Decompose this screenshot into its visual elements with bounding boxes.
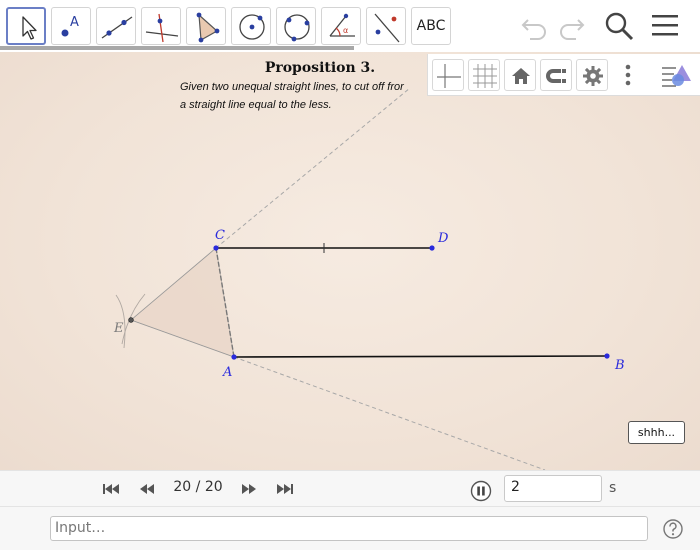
grid-icon (473, 64, 497, 88)
more-vertical-icon (625, 64, 631, 86)
label-e: E (114, 321, 124, 336)
reflect-about-line-icon (374, 13, 400, 43)
pause-button[interactable] (470, 480, 492, 502)
view-toggle-button[interactable] (660, 59, 692, 91)
redo-button[interactable] (556, 10, 586, 44)
home-icon (512, 68, 530, 84)
step-total: 20 (204, 479, 223, 495)
line-tool-button[interactable] (96, 7, 136, 45)
circle-three-points-tool-button[interactable] (276, 7, 316, 45)
perpendicular-tool-button[interactable] (141, 7, 181, 45)
toggle-axes-button[interactable] (432, 59, 464, 91)
step-current: 20 (173, 479, 192, 495)
point-d[interactable] (429, 245, 435, 251)
polygon-icon (196, 12, 220, 43)
label-d: D (438, 231, 449, 246)
circle-three-points-icon (284, 14, 310, 42)
algebra-input-field[interactable]: Input… (50, 516, 648, 541)
label-c: C (215, 228, 225, 243)
text-icon: ABC (416, 18, 446, 34)
graphics-settings-button[interactable] (576, 59, 608, 91)
extension-line-ea (233, 356, 546, 470)
step-counter: 20 / 20 (168, 479, 228, 495)
segment-ab (233, 355, 608, 358)
point-c[interactable] (213, 245, 219, 251)
skip-first-icon (103, 484, 119, 494)
point-a[interactable] (231, 354, 237, 360)
shhh-button[interactable]: shhh... (628, 421, 685, 444)
last-step-button[interactable] (274, 480, 296, 498)
toolbar-scroll-strip (0, 46, 354, 50)
speed-unit-label: s (609, 480, 617, 496)
toolbar: A α ABC (0, 0, 700, 52)
previous-step-button[interactable] (136, 480, 158, 498)
search-icon (605, 12, 634, 41)
step-forward-icon (242, 484, 256, 494)
point-tool-label: A (70, 15, 79, 30)
redo-icon (560, 19, 585, 40)
magnet-snap-icon (546, 69, 566, 83)
graphics-view[interactable]: Proposition 3. Given two unequal straigh… (0, 52, 700, 470)
undo-button[interactable] (520, 10, 550, 44)
animation-speed-input[interactable]: 2 (504, 475, 602, 502)
axes-icon (437, 64, 461, 88)
search-button[interactable] (603, 10, 635, 46)
svg-text:α: α (343, 26, 348, 35)
first-step-button[interactable] (100, 480, 122, 498)
perpendicular-line-icon (145, 13, 179, 43)
gear-icon (583, 66, 603, 86)
construction-drawing (115, 87, 610, 470)
step-separator: / (191, 479, 205, 495)
skip-last-icon (277, 484, 293, 494)
input-bar: Input… (0, 506, 700, 550)
pointer-arrow-icon (22, 16, 37, 40)
proposition-text-line1: Given two unequal straight lines, to cut… (180, 81, 404, 93)
toggle-grid-button[interactable] (468, 59, 500, 91)
angle-icon: α (329, 13, 355, 37)
more-options-button[interactable] (612, 59, 644, 91)
line-through-points-icon (101, 16, 133, 39)
circle-center-point-tool-button[interactable] (231, 7, 271, 45)
step-back-icon (140, 484, 154, 494)
graphics-style-bar (427, 54, 700, 96)
animation-bar: 20 / 20 2 s (0, 470, 700, 506)
input-help-button[interactable] (662, 518, 684, 540)
standard-view-button[interactable] (504, 59, 536, 91)
pause-icon (470, 480, 492, 502)
point-with-label-icon: A (61, 15, 79, 37)
text-tool-button[interactable]: ABC (411, 7, 451, 45)
label-b: B (615, 358, 625, 373)
move-tool-button[interactable] (6, 7, 46, 45)
point-capturing-button[interactable] (540, 59, 572, 91)
reflect-tool-button[interactable] (366, 7, 406, 45)
point-e[interactable] (128, 317, 134, 323)
next-step-button[interactable] (238, 480, 260, 498)
label-a: A (223, 365, 233, 380)
proposition-text-line2: a straight line equal to the less. (180, 99, 332, 111)
point-tool-button[interactable]: A (51, 7, 91, 45)
main-menu-button[interactable] (650, 10, 680, 44)
algebra-graphics-toggle-icon (662, 65, 691, 87)
question-circle-icon (663, 519, 683, 539)
angle-tool-button[interactable]: α (321, 7, 361, 45)
polygon-tool-button[interactable] (186, 7, 226, 45)
circle-center-point-icon (239, 14, 265, 40)
menu-icon (652, 15, 678, 36)
point-b[interactable] (604, 353, 610, 359)
proposition-text: Given two unequal straight lines, to cut… (180, 78, 404, 114)
geogebra-app: A α ABC Proposition 3. Given two unequal… (0, 0, 700, 550)
undo-icon (521, 19, 546, 40)
